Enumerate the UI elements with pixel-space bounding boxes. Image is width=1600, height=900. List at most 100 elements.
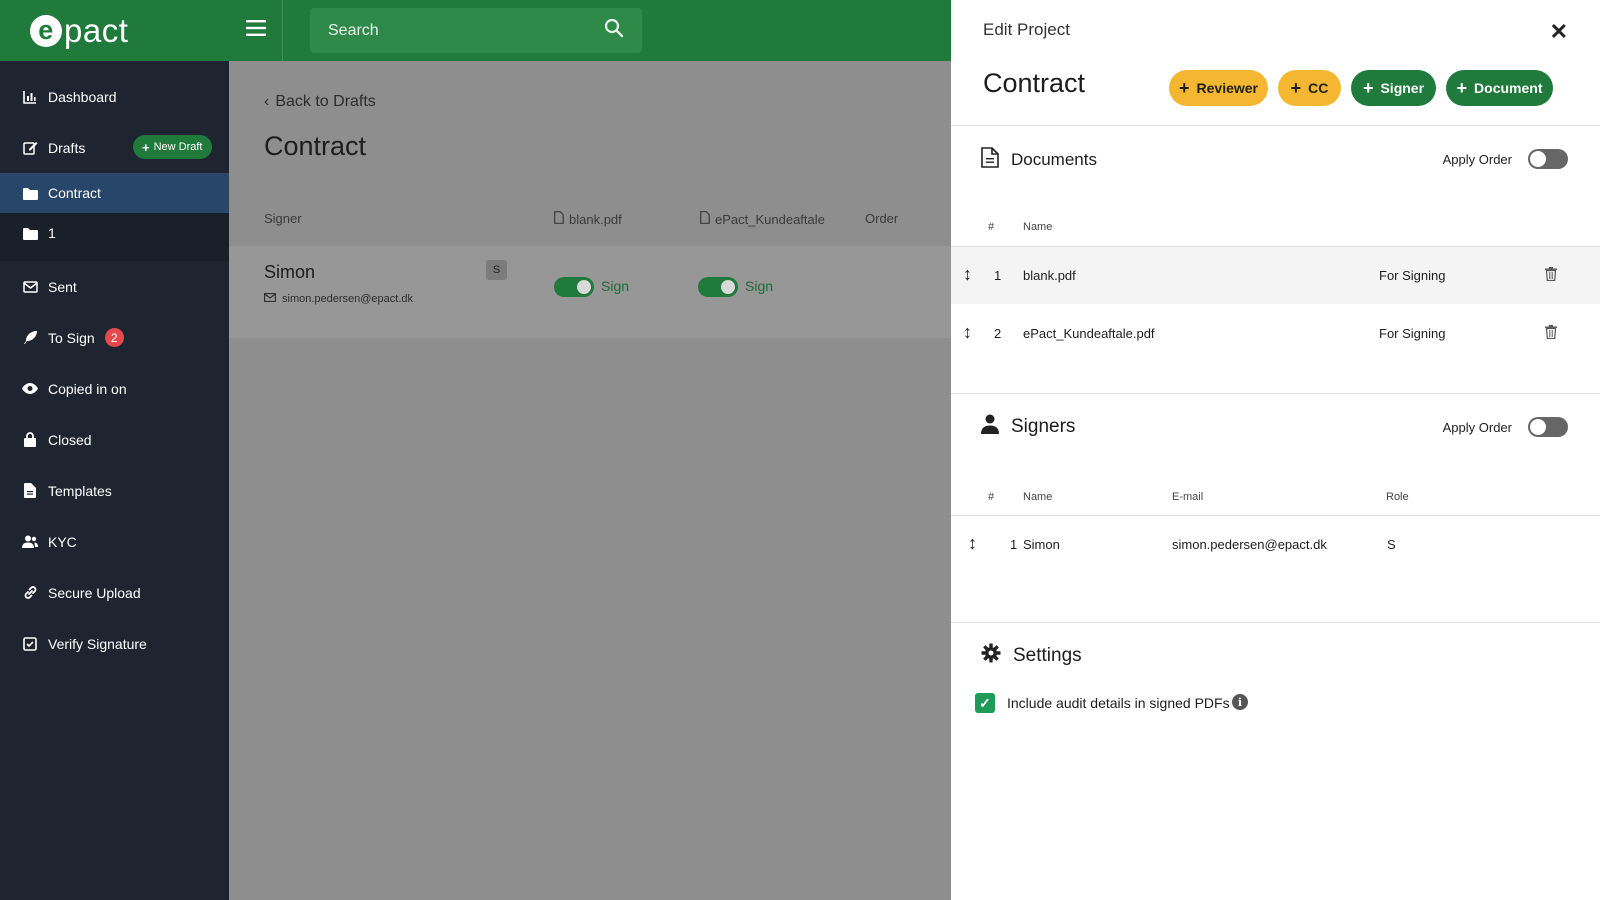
sidebar-item-label: 1 [48, 225, 56, 241]
add-document-button[interactable]: + Document [1446, 70, 1553, 106]
sidebar: e pact Dashboard Drafts + New Draft Cont… [0, 0, 229, 900]
column-header-doc1-label: blank.pdf [569, 211, 622, 227]
feather-icon [22, 330, 38, 346]
column-header-doc2: ePact_Kundeaftale [700, 211, 825, 227]
sidebar-nav: Dashboard Drafts + New Draft Contract 1 [0, 61, 229, 669]
sidebar-item-label: Secure Upload [48, 584, 141, 601]
search-icon[interactable] [604, 18, 624, 43]
add-reviewer-label: Reviewer [1196, 80, 1258, 96]
sidebar-item-sent[interactable]: Sent [0, 261, 229, 312]
sidebar-item-to-sign[interactable]: To Sign 2 [0, 312, 229, 363]
signers-apply-order-toggle[interactable] [1528, 417, 1568, 437]
sidebar-item-label: Verify Signature [48, 635, 147, 652]
add-signer-button[interactable]: + Signer [1351, 70, 1436, 106]
plus-icon: + [1362, 78, 1374, 98]
divider [951, 622, 1600, 623]
column-header-email: E-mail [1172, 491, 1204, 503]
signer-role-chip: S [486, 260, 507, 280]
drag-handle-icon[interactable]: ↕ [963, 322, 972, 343]
signer-email-text: simon.pedersen@epact.dk [282, 293, 414, 305]
file-icon [700, 211, 710, 227]
user-icon [981, 414, 999, 439]
documents-apply-order-toggle[interactable] [1528, 149, 1568, 169]
back-to-drafts-link[interactable]: ‹ Back to Drafts [264, 93, 376, 111]
divider [951, 125, 1600, 126]
signer-email: simon.pedersen@epact.dk [264, 293, 413, 305]
apply-order-label: Apply Order [1442, 419, 1512, 435]
eye-icon [22, 381, 38, 397]
nav-spacer [0, 253, 229, 261]
drag-handle-icon[interactable]: ↕ [963, 264, 972, 285]
folder-icon [22, 185, 38, 201]
edit-project-panel: Edit Project ✕ Contract + Reviewer + CC … [951, 0, 1600, 900]
trash-icon[interactable] [1545, 325, 1557, 342]
plus-icon: + [1456, 78, 1468, 98]
divider [951, 393, 1600, 394]
folder-icon [22, 225, 38, 241]
info-icon[interactable]: i [1232, 694, 1248, 710]
plus-icon: + [142, 139, 150, 155]
panel-header: Edit Project [983, 20, 1070, 39]
panel-title: Contract [983, 68, 1086, 98]
audit-details-label: Include audit details in signed PDFs [1007, 695, 1230, 711]
logo[interactable]: e pact [30, 12, 128, 50]
sidebar-item-templates[interactable]: Templates [0, 465, 229, 516]
to-sign-count-badge: 2 [104, 328, 124, 347]
document-name: blank.pdf [1023, 268, 1076, 283]
sidebar-item-verify-signature[interactable]: Verify Signature [0, 618, 229, 669]
sign-label-doc2: Sign [745, 278, 774, 294]
document-name: ePact_Kundeaftale.pdf [1023, 326, 1155, 341]
search-input[interactable]: Search [310, 8, 642, 53]
document-status: For Signing [1379, 268, 1446, 283]
add-document-label: Document [1474, 80, 1543, 96]
plus-icon: + [1179, 78, 1190, 98]
document-status: For Signing [1379, 326, 1446, 341]
column-header-name: Name [1023, 221, 1053, 233]
sidebar-item-drafts[interactable]: Drafts + New Draft [0, 122, 229, 173]
add-cc-button[interactable]: + CC [1278, 70, 1341, 106]
file-text-icon [22, 483, 38, 499]
drag-handle-icon[interactable]: ↕ [968, 533, 977, 554]
document-number: 2 [994, 326, 1002, 341]
sidebar-item-folder-1[interactable]: 1 [0, 213, 229, 253]
page-title: Contract [264, 131, 367, 161]
sidebar-item-label: Sent [48, 278, 77, 295]
column-header-role: Role [1386, 491, 1409, 503]
new-draft-button[interactable]: + New Draft [133, 135, 212, 159]
signer-role-cell: S [1387, 537, 1396, 552]
add-reviewer-button[interactable]: + Reviewer [1169, 70, 1268, 106]
hamburger-menu-button[interactable] [229, 0, 283, 61]
sidebar-item-secure-upload[interactable]: Secure Upload [0, 567, 229, 618]
hamburger-icon [245, 20, 266, 41]
users-icon [22, 534, 38, 550]
settings-section-header: Settings [981, 643, 1082, 668]
signer-number: 1 [1010, 537, 1018, 552]
add-cc-label: CC [1308, 80, 1329, 96]
column-header-order: Order [865, 211, 899, 226]
bar-chart-icon [22, 89, 38, 105]
trash-icon[interactable] [1545, 267, 1557, 284]
check-square-icon [22, 636, 38, 652]
document-number: 1 [994, 268, 1002, 283]
sign-toggle-doc2[interactable] [698, 277, 738, 297]
logo-text: pact [64, 11, 129, 49]
back-label: Back to Drafts [275, 93, 376, 110]
apply-order-label: Apply Order [1442, 151, 1512, 167]
sidebar-item-dashboard[interactable]: Dashboard [0, 71, 229, 122]
audit-details-checkbox[interactable]: ✓ [975, 693, 995, 713]
sign-toggle-doc1[interactable] [554, 277, 594, 297]
documents-title: Documents [1011, 150, 1097, 169]
sidebar-item-closed[interactable]: Closed [0, 414, 229, 465]
file-icon [554, 211, 564, 227]
file-icon [981, 147, 999, 173]
column-header-doc2-label: ePact_Kundeaftale [715, 211, 825, 227]
sidebar-item-contract[interactable]: Contract [0, 173, 229, 213]
column-header-number: # [988, 221, 995, 233]
sidebar-item-kyc[interactable]: KYC [0, 516, 229, 567]
close-icon[interactable]: ✕ [1550, 19, 1568, 45]
top-bar: Search [229, 0, 951, 61]
search-placeholder: Search [328, 21, 379, 39]
sidebar-item-label: Dashboard [48, 88, 117, 105]
sidebar-item-copied-in-on[interactable]: Copied in on [0, 363, 229, 414]
sidebar-item-label: Copied in on [48, 380, 127, 397]
